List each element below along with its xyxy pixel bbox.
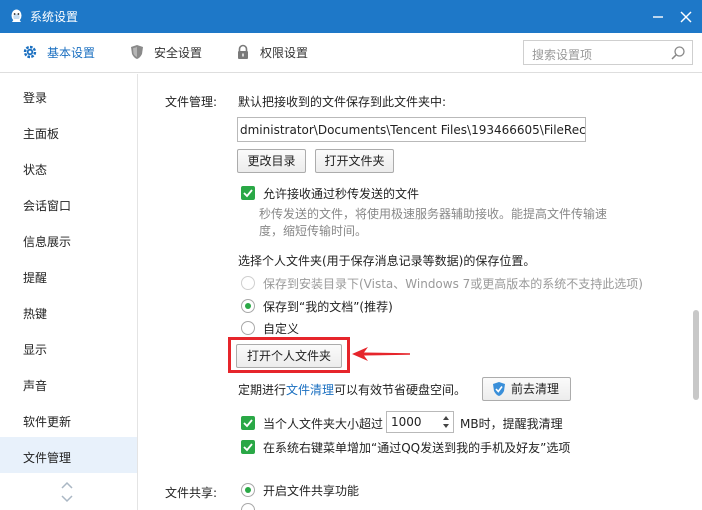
context-menu-checkbox[interactable] [241,440,255,454]
sidebar-item-label: 信息展示 [23,235,72,249]
checkmark-icon [243,419,253,428]
size-limit-prefix: 当个人文件夹大小超过 [263,417,384,431]
radio-enable-file-share[interactable] [241,483,255,497]
tab-label: 基本设置 [47,46,96,60]
caret-up-icon[interactable] [442,414,450,422]
go-cleanup-label: 前去清理 [511,382,560,396]
radio-custom[interactable] [241,321,255,335]
radio-my-documents-label: 保存到“我的文档”(推荐) [263,300,393,314]
radio-install-directory[interactable] [241,276,255,290]
open-folder-button[interactable]: 打开文件夹 [315,149,394,173]
annotation-arrow-icon [352,347,410,361]
sidebar-item-login[interactable]: 登录 [0,77,137,113]
chevron-down-icon[interactable] [60,494,74,504]
default-save-location-text: 默认把接收到的文件保存到此文件夹中: [238,95,447,109]
settings-sidebar: 登录 主面板 状态 会话窗口 信息展示 提醒 热键 显示 声音 软件更新 文件管… [0,74,138,510]
size-limit-value: 1000 [391,415,422,429]
sidebar-item-file-management[interactable]: 文件管理 [0,437,137,473]
sidebar-item-hotkeys[interactable]: 热键 [0,293,137,329]
minimize-icon [653,16,663,18]
gear-icon [23,45,37,59]
sidebar-item-label: 提醒 [23,271,48,285]
tab-label: 权限设置 [260,46,309,60]
radio-install-directory-label: 保存到安装目录下(Vista、Windows 7或更高版本的系统不支持此选项) [263,277,643,291]
sidebar-item-main-panel[interactable]: 主面板 [0,113,137,149]
settings-tab-bar: 基本设置 安全设置 权限设置 搜索设置项 [0,33,702,73]
checkmark-icon [243,443,253,452]
sidebar-item-label: 会话窗口 [23,199,72,213]
sidebar-item-label: 状态 [23,163,48,177]
title-bar: 系统设置 [0,0,702,33]
allow-flash-transfer-checkbox[interactable] [241,186,255,200]
shield-icon [131,45,143,59]
sidebar-item-status[interactable]: 状态 [0,149,137,185]
sidebar-item-reminders[interactable]: 提醒 [0,257,137,293]
caret-down-icon[interactable] [442,422,450,430]
size-limit-stepper[interactable]: 1000 [386,411,454,433]
sidebar-item-label: 声音 [23,379,48,393]
sidebar-item-label: 热键 [23,307,48,321]
close-icon [680,11,692,23]
sidebar-item-info-display[interactable]: 信息展示 [0,221,137,257]
save-path-input[interactable]: dministrator\Documents\Tencent Files\193… [237,117,586,142]
chevron-up-icon[interactable] [60,480,74,490]
sidebar-item-label: 文件管理 [23,451,72,465]
size-limit-checkbox[interactable] [241,416,255,430]
lock-icon [238,44,248,59]
window-title: 系统设置 [30,10,79,24]
enable-file-share-label: 开启文件共享功能 [263,484,360,498]
file-cleanup-link[interactable]: 文件清理 [286,381,334,398]
flash-transfer-description-line2: 度，缩短传输时间。 [259,224,368,238]
cleanup-text-prefix: 定期进行 [238,383,287,397]
close-button[interactable] [675,6,697,26]
settings-search-input[interactable]: 搜索设置项 [523,40,693,65]
content-scrollbar[interactable] [690,74,702,510]
checkmark-icon [243,189,253,198]
sidebar-item-label: 软件更新 [23,415,72,429]
file-share-section-label: 文件共享: [165,486,218,500]
personal-folder-prompt: 选择个人文件夹(用于保存消息记录等数据)的保存位置。 [238,254,536,268]
search-icon[interactable] [670,45,686,61]
sidebar-item-software-update[interactable]: 软件更新 [0,401,137,437]
save-path-value: dministrator\Documents\Tencent Files\193… [240,123,586,137]
change-directory-button[interactable]: 更改目录 [237,149,306,173]
allow-flash-transfer-label: 允许接收通过秒传发送的文件 [263,187,420,201]
tab-label: 安全设置 [154,46,203,60]
sidebar-item-sound[interactable]: 声音 [0,365,137,401]
sidebar-item-label: 主面板 [23,127,60,141]
file-management-section-label: 文件管理: [165,95,218,109]
flash-transfer-description-line1: 秒传发送的文件，将使用极速服务器辅助接收。能提高文件传输速 [259,207,608,221]
shield-check-icon [493,382,505,396]
scrollbar-thumb[interactable] [693,310,699,400]
sidebar-item-chat-window[interactable]: 会话窗口 [0,185,137,221]
search-placeholder: 搜索设置项 [532,48,593,62]
go-cleanup-button[interactable]: 前去清理 [482,377,571,401]
radio-my-documents[interactable] [241,299,255,313]
size-limit-suffix: MB时，提醒我清理 [460,417,563,431]
sidebar-item-display[interactable]: 显示 [0,329,137,365]
radio-custom-label: 自定义 [263,322,300,336]
cleanup-text-suffix: 可以有效节省硬盘空间。 [334,383,467,397]
sidebar-item-label: 显示 [23,343,48,357]
radio-next-option-partial[interactable] [241,503,255,510]
annotation-highlight-box [228,337,350,373]
sidebar-item-label: 登录 [23,91,48,105]
minimize-button[interactable] [647,6,669,26]
qq-logo-icon [11,9,22,22]
context-menu-label: 在系统右键菜单增加“通过QQ发送到我的手机及好友”选项 [263,441,571,455]
